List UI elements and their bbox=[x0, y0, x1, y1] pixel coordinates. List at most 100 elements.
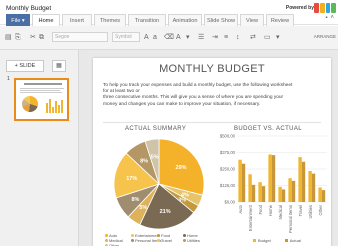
thumbnail-bar bbox=[61, 100, 63, 113]
bar-actual-travel[interactable] bbox=[301, 161, 306, 202]
font-shrink-icon[interactable]: a bbox=[153, 33, 157, 43]
bar-actual-personal-items[interactable] bbox=[291, 180, 296, 202]
font-family-select[interactable]: Segoe bbox=[52, 32, 108, 42]
line-spacing-icon[interactable]: ↕ bbox=[236, 33, 240, 43]
indent-icon[interactable]: ⇥ bbox=[212, 33, 218, 43]
tab-insert[interactable]: Insert bbox=[62, 14, 92, 26]
slide-canvas[interactable]: MONTHLY BUDGET To help you track your ex… bbox=[93, 58, 331, 246]
y-tick-label: $250,00 bbox=[220, 167, 236, 172]
x-tick-label: Entertainment bbox=[248, 204, 253, 231]
dropdown-icon[interactable]: ▾ bbox=[276, 33, 280, 43]
legend-label: Travel bbox=[161, 238, 172, 243]
chevron-up-icon[interactable]: ˄ bbox=[330, 15, 334, 21]
bullet-list-icon[interactable]: ☰ bbox=[198, 33, 204, 43]
slide-title[interactable]: MONTHLY BUDGET bbox=[93, 63, 331, 75]
legend-budget-label: Budget bbox=[258, 238, 271, 243]
legend-swatch bbox=[183, 234, 186, 237]
pie-data-label: 8% bbox=[131, 197, 139, 203]
powered-by-text: Powered by bbox=[285, 5, 314, 11]
save-icon[interactable]: ▤ bbox=[5, 33, 12, 43]
collapse-ribbon-icon[interactable]: ▪ bbox=[325, 15, 327, 21]
bar-budget-home[interactable] bbox=[268, 154, 272, 202]
layout-icon: ▦ bbox=[56, 63, 62, 69]
slide-description[interactable]: To help you track your expenses and buil… bbox=[103, 83, 325, 108]
bar-budget-auto[interactable] bbox=[238, 159, 242, 202]
tab-home[interactable]: Home bbox=[32, 14, 60, 26]
legend-item: Travel bbox=[157, 238, 172, 243]
legend-swatch bbox=[183, 239, 186, 242]
bar-budget-personal-items[interactable] bbox=[288, 178, 292, 202]
bar-actual-auto[interactable] bbox=[241, 163, 246, 202]
bar-actual-entertainment[interactable] bbox=[251, 184, 256, 202]
x-tick-label: Utilities bbox=[308, 205, 313, 219]
tab-slide-show[interactable]: Slide Show bbox=[204, 14, 238, 26]
bar-actual-utilities[interactable] bbox=[311, 173, 316, 202]
bar-chart-title: BUDGET VS. ACTUAL bbox=[234, 126, 303, 132]
divider bbox=[103, 122, 321, 123]
panel-splitter[interactable] bbox=[79, 50, 87, 246]
pie-data-label: 5% bbox=[151, 154, 159, 160]
bar-budget-other[interactable] bbox=[318, 187, 322, 202]
y-tick-label: $500,00 bbox=[220, 134, 236, 139]
x-tick-label: Personal Items bbox=[288, 205, 293, 233]
bar-budget-utilities[interactable] bbox=[308, 170, 312, 202]
pie-data-label: 8% bbox=[140, 158, 148, 164]
highlight-icon[interactable]: ▾ bbox=[186, 33, 190, 43]
font-grow-icon[interactable]: A bbox=[144, 33, 149, 43]
arrange-button[interactable]: ARRANGE bbox=[314, 34, 336, 39]
bar-actual-home[interactable] bbox=[271, 155, 276, 202]
legend-swatch bbox=[105, 234, 108, 237]
slide-thumbnails-panel: + SLIDE ▦ 1 bbox=[0, 50, 79, 246]
bar-actual-medical[interactable] bbox=[281, 189, 286, 202]
y-tick-label: $0,00 bbox=[225, 200, 236, 205]
legend-swatch bbox=[157, 234, 160, 237]
thumbnail-text-line bbox=[20, 90, 60, 91]
slide-thumbnail[interactable] bbox=[14, 78, 69, 121]
description-line: money and changes you can make to improv… bbox=[103, 101, 261, 107]
bar-actual-other[interactable] bbox=[321, 190, 326, 202]
bar-budget-travel[interactable] bbox=[298, 157, 302, 202]
tab-transition[interactable]: Transition bbox=[128, 14, 166, 26]
bar-legend: Budget Actual bbox=[253, 238, 301, 243]
ribbon-tabs: File ▾ Home Insert Themes Transition Ani… bbox=[0, 14, 338, 26]
y-tick-label: $125,00 bbox=[220, 183, 236, 188]
font-color-icon[interactable]: A bbox=[176, 33, 181, 43]
paste-icon[interactable]: ⎘ bbox=[15, 33, 21, 43]
legend-swatch bbox=[105, 239, 108, 242]
x-tick-label: Medical bbox=[278, 205, 283, 219]
cut-icon[interactable]: ✂ bbox=[30, 33, 36, 43]
new-slide-button[interactable]: + SLIDE bbox=[6, 60, 44, 72]
window-title: Monthly Budget bbox=[6, 5, 52, 12]
copy-icon[interactable]: ⧉ bbox=[39, 33, 44, 43]
thumbnail-text-line bbox=[20, 92, 62, 93]
tab-themes[interactable]: Themes bbox=[94, 14, 126, 26]
text-direction-icon[interactable]: ⇄ bbox=[250, 33, 256, 43]
bar-budget-food[interactable] bbox=[258, 182, 262, 202]
pie-data-label: 17% bbox=[126, 176, 137, 182]
toolbar: ▤ ⎘ ✂ ⧉ Segoe Symbol A a ⌫ A ▾ ☰ ⇥ ≡ ↕ ⇄… bbox=[0, 26, 338, 50]
align-icon[interactable]: ≡ bbox=[224, 33, 228, 43]
bar-actual-food[interactable] bbox=[261, 186, 266, 202]
slide-editor: MONTHLY BUDGET To help you track your ex… bbox=[87, 50, 338, 246]
presentation-app: Monthly Budget Powered by File ▾ Home In… bbox=[0, 0, 338, 246]
thumbnail-bar bbox=[49, 99, 51, 113]
tab-animation[interactable]: Animation bbox=[168, 14, 202, 26]
thumbnail-text-line bbox=[20, 88, 64, 89]
slide-number: 1 bbox=[7, 76, 10, 82]
shape-icon[interactable]: ▭ bbox=[264, 33, 271, 43]
slide-layout-button[interactable]: ▦ bbox=[52, 60, 66, 72]
font-size-select[interactable]: Symbol bbox=[112, 32, 140, 42]
tab-review[interactable]: Review bbox=[266, 14, 294, 26]
clear-format-icon[interactable]: ⌫ bbox=[164, 33, 174, 43]
x-tick-label: Travel bbox=[298, 205, 303, 217]
legend-actual: Actual bbox=[284, 238, 301, 243]
pie-chart[interactable]: 29%4%3%21%5%8%17%8%5% bbox=[111, 136, 207, 232]
x-tick-label: Home bbox=[268, 204, 273, 216]
tab-view[interactable]: View bbox=[240, 14, 264, 26]
tab-file[interactable]: File ▾ bbox=[6, 14, 30, 26]
bar-budget-medical[interactable] bbox=[278, 186, 282, 202]
bar-chart[interactable]: $500,00 $375,00 $250,00 $125,00 $0,00Auto Ent… bbox=[213, 134, 329, 238]
legend-swatch bbox=[157, 239, 160, 242]
thumbnail-title bbox=[24, 83, 62, 85]
bar-budget-entertainment[interactable] bbox=[248, 174, 252, 202]
